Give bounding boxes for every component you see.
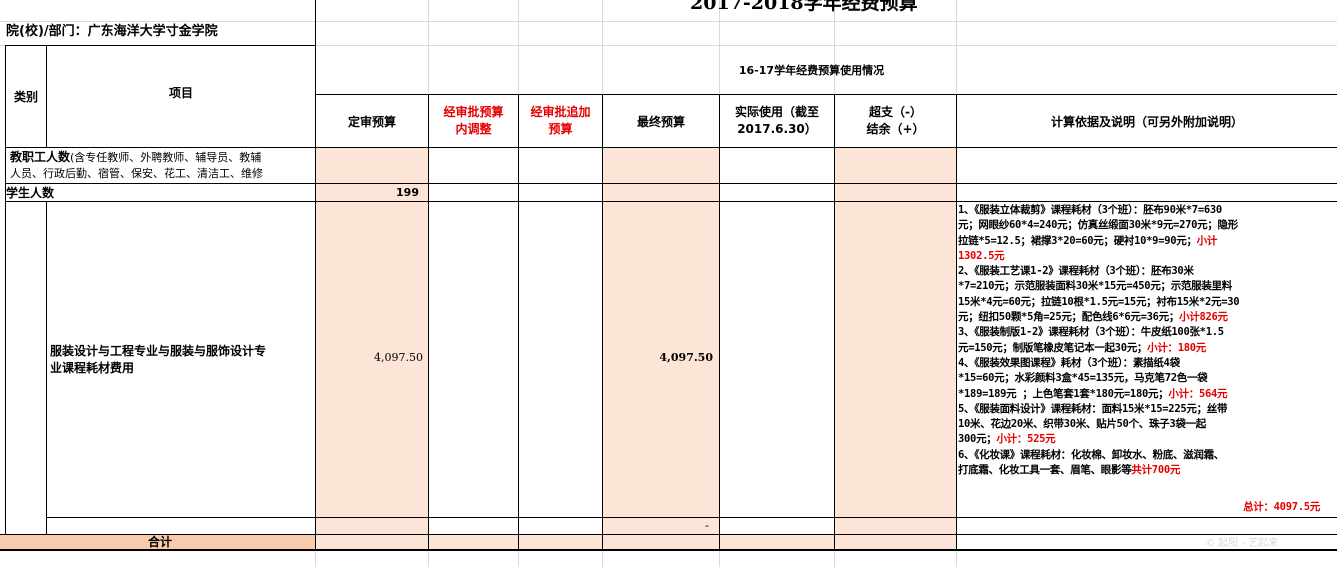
note-text: 6、《化妆课》课程耗材：化妆棉、卸妆水、粉底、滋润霜、 xyxy=(958,448,1224,461)
note-text: 元；网眼纱60*4=240元；仿真丝缎面30米*9元=270元；隐形 xyxy=(958,219,1238,232)
note-line: 10米、花边20米、织带30米、贴片50个、珠子3袋一起 xyxy=(958,417,1337,432)
staff-label-line2: 人员、行政后勤、宿管、保安、花工、清洁工、维修 xyxy=(10,167,263,180)
note-line: *189=189元 ；上色笔套1套*180元=180元；小计：564元 xyxy=(958,387,1337,402)
note-text: 10米、花边20米、织带30米、贴片50个、珠子3袋一起 xyxy=(958,418,1206,431)
header-category: 类别 xyxy=(13,90,38,104)
header-basis: 计算依据及说明（可另外附加说明） xyxy=(1050,114,1243,129)
header-actual-use: 实际使用（截至 2017.6.30） xyxy=(720,95,834,147)
department-label: 院(校)/部门：广东海洋大学寸金学院 xyxy=(6,24,218,39)
staff-label-bold: 教职工人数 xyxy=(10,150,71,164)
note-red-text: 1302.5元 xyxy=(958,249,1005,262)
note-text: 2、《服装工艺课1-2》课程耗材（3个班）：胚布30米 xyxy=(958,265,1194,278)
page-title: 2017-2018学年经费预算 xyxy=(690,0,918,13)
note-text: 15米*4元=60元；拉链10根*1.5元=15元；衬布15米*2元=30 xyxy=(958,295,1240,308)
note-text: 1、《服装立体裁剪》课程耗材（3个班）：胚布90米*7=630 xyxy=(958,204,1222,216)
note-line: 元；网眼纱60*4=240元；仿真丝缎面30米*9元=270元；隐形 xyxy=(958,218,1337,233)
note-text: *7=210元；示范服装面料30米*15元=450元；示范服装里料 xyxy=(958,280,1232,293)
approved-budget-value: 4,097.50 xyxy=(374,351,423,364)
note-line: 1、《服装立体裁剪》课程耗材（3个班）：胚布90米*7=630 xyxy=(958,203,1337,218)
final-budget-dash: - xyxy=(705,519,709,532)
header-additional-line1: 经审批追加 xyxy=(530,105,591,119)
note-line: 3、《服装制版1-2》课程耗材（3个班）：牛皮纸100张*1.5 xyxy=(958,325,1337,340)
total-label: 合计 xyxy=(148,535,173,549)
note-line: 5、《服装面料设计》课程耗材：面料15米*15=225元；丝带 xyxy=(958,402,1337,417)
note-line: 打底霜、化妆工具一套、眉笔、眼影等共计700元 xyxy=(958,463,1337,478)
header-usage-group: 16-17学年经费预算使用情况 xyxy=(738,64,885,77)
header-actual-use-line1: 实际使用（截至 xyxy=(734,105,819,119)
note-red-text: 小计：564元 xyxy=(1168,387,1228,400)
final-budget-value: 4,097.50 xyxy=(659,351,713,364)
note-text: 拉链*5=12.5；裙撑3*20=60元；硬衬10*9=90元； xyxy=(958,234,1197,247)
note-text: 300元； xyxy=(958,433,997,446)
header-balance-line1: 超支（-） xyxy=(869,105,922,119)
note-red-text: 小计：180元 xyxy=(1147,341,1207,354)
basis-notes: 1、《服装立体裁剪》课程耗材（3个班）：胚布90米*7=630 元；网眼纱60*… xyxy=(958,203,1337,478)
header-actual-use-line2: 2017.6.30） xyxy=(737,122,817,136)
note-text: 3、《服装制版1-2》课程耗材（3个班）：牛皮纸100张*1.5 xyxy=(958,326,1224,339)
header-additional-line2: 预算 xyxy=(548,122,573,136)
note-red-text: 共计700元 xyxy=(1131,464,1181,477)
header-internal-adjust: 经审批预算 内调整 xyxy=(429,95,518,147)
note-text: 元；纽扣50颗*5角=25元；配色线6*6元=36元； xyxy=(958,311,1180,324)
watermark: © 起阳 - 艺起来 xyxy=(1205,538,1279,549)
header-balance-line2: 结余（+） xyxy=(866,122,925,136)
staff-label-rest: (含专任教师、外聘教师、辅导员、教辅 xyxy=(70,151,262,164)
header-additional-budget: 经审批追加 预算 xyxy=(519,95,602,147)
students-value: 199 xyxy=(396,186,419,199)
note-text: 4、《服装效果图课程》耗材（3个班）：素描纸4袋 xyxy=(958,356,1180,369)
note-line: 6、《化妆课》课程耗材：化妆棉、卸妆水、粉底、滋润霜、 xyxy=(958,448,1337,463)
note-line: 15米*4元=60元；拉链10根*1.5元=15元；衬布15米*2元=30 xyxy=(958,295,1337,310)
item-name-line1: 服装设计与工程专业与服装与服饰设计专 xyxy=(50,344,267,358)
item-name: 服装设计与工程专业与服装与服饰设计专 业课程耗材费用 xyxy=(50,343,315,377)
note-text: *189=189元 ；上色笔套1套*180元=180元； xyxy=(958,387,1169,400)
header-final-budget: 最终预算 xyxy=(636,114,685,129)
item-name-line2: 业课程耗材费用 xyxy=(50,361,135,375)
note-red-text: 小计：525元 xyxy=(996,433,1056,446)
note-line: 元=150元；制版笔橡皮笔记本一起30元；小计：180元 xyxy=(958,341,1337,356)
staff-row-label: 教职工人数(含专任教师、外聘教师、辅导员、教辅 人员、行政后勤、宿管、保安、花工… xyxy=(10,149,315,182)
note-line: 4、《服装效果图课程》耗材（3个班）：素描纸4袋 xyxy=(958,356,1337,371)
note-text: 元=150元；制版笔橡皮笔记本一起30元； xyxy=(958,341,1148,354)
note-line: *7=210元；示范服装面料30米*15元=450元；示范服装里料 xyxy=(958,279,1337,294)
note-line: 元；纽扣50颗*5角=25元；配色线6*6元=36元；小计826元 xyxy=(958,310,1337,325)
note-red-text: 小计 xyxy=(1196,234,1218,247)
note-text: 打底霜、化妆工具一套、眉笔、眼影等 xyxy=(958,464,1132,477)
note-line: 300元；小计：525元 xyxy=(958,432,1337,447)
note-line: 1302.5元 xyxy=(958,249,1337,264)
header-balance: 超支（-） 结余（+） xyxy=(835,95,956,147)
header-approved-budget: 定审预算 xyxy=(347,114,396,129)
note-text: *15=60元；水彩颜料3盒*45=135元，马克笔72色一袋 xyxy=(958,372,1208,385)
note-text: 5、《服装面料设计》课程耗材：面料15米*15=225元；丝带 xyxy=(958,402,1228,415)
note-line: 2、《服装工艺课1-2》课程耗材（3个班）：胚布30米 xyxy=(958,264,1337,279)
note-red-text: 小计826元 xyxy=(1179,311,1228,324)
header-item: 项目 xyxy=(168,86,193,100)
header-internal-adjust-line2: 内调整 xyxy=(455,122,492,136)
note-line: *15=60元；水彩颜料3盒*45=135元，马克笔72色一袋 xyxy=(958,371,1337,386)
notes-total: 总计：4097.5元 xyxy=(1243,501,1320,513)
note-line: 拉链*5=12.5；裙撑3*20=60元；硬衬10*9=90元；小计 xyxy=(958,234,1337,249)
header-internal-adjust-line1: 经审批预算 xyxy=(443,105,504,119)
students-label: 学生人数 xyxy=(6,186,55,200)
